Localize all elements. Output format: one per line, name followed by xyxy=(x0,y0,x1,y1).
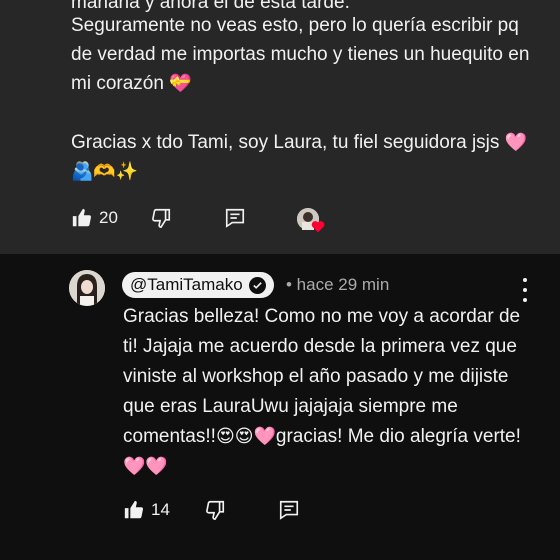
dislike-button[interactable] xyxy=(204,499,226,521)
creator-heart-icon xyxy=(311,221,325,233)
more-vert-icon[interactable] xyxy=(516,278,534,302)
dislike-button[interactable] xyxy=(150,207,172,229)
comment-text: Seguramente no veas esto, pero lo quería… xyxy=(71,15,530,94)
channel-handle[interactable]: @TamiTamako xyxy=(122,272,274,298)
like-count: 14 xyxy=(151,500,170,519)
reply-text-end: gracias! Me dio alegría verte! xyxy=(275,426,521,447)
comment-text: Gracias x tdo Tami, soy Laura, tu fiel s… xyxy=(71,132,500,153)
reply-text: Gracias belleza! Como no me voy a acorda… xyxy=(123,302,533,482)
reply-button[interactable] xyxy=(278,499,300,521)
thumbs-up-icon xyxy=(124,500,144,519)
comment-actions: 20 xyxy=(71,207,246,229)
creator-liked-avatar xyxy=(297,208,325,233)
reply-timestamp: • hace 29 min xyxy=(286,275,390,294)
parent-comment: mañana y ahora el de esta tarde. Seguram… xyxy=(0,0,560,254)
thumbs-down-icon xyxy=(152,208,170,228)
avatar[interactable] xyxy=(69,270,105,306)
verified-check-icon xyxy=(248,276,266,294)
channel-handle-text: @TamiTamako xyxy=(130,275,243,294)
emoji: 😍😍🩷 xyxy=(215,426,276,447)
comment-paragraph-1: Seguramente no veas esto, pero lo quería… xyxy=(71,11,541,98)
reply-icon xyxy=(279,500,298,520)
emoji: 🩷🩷 xyxy=(123,456,168,477)
thumbs-up-icon xyxy=(72,208,92,227)
like-button[interactable]: 20 xyxy=(71,207,118,229)
reply-button[interactable] xyxy=(224,207,246,229)
reply-icon xyxy=(225,208,244,228)
comment-paragraph-2: Gracias x tdo Tami, soy Laura, tu fiel s… xyxy=(71,128,541,186)
reply-actions: 14 xyxy=(123,499,300,521)
like-button[interactable]: 14 xyxy=(123,499,170,521)
emoji: 💝 xyxy=(169,73,192,94)
thumbs-down-icon xyxy=(206,500,224,520)
like-count: 20 xyxy=(99,208,118,227)
avatar-image xyxy=(69,270,105,306)
